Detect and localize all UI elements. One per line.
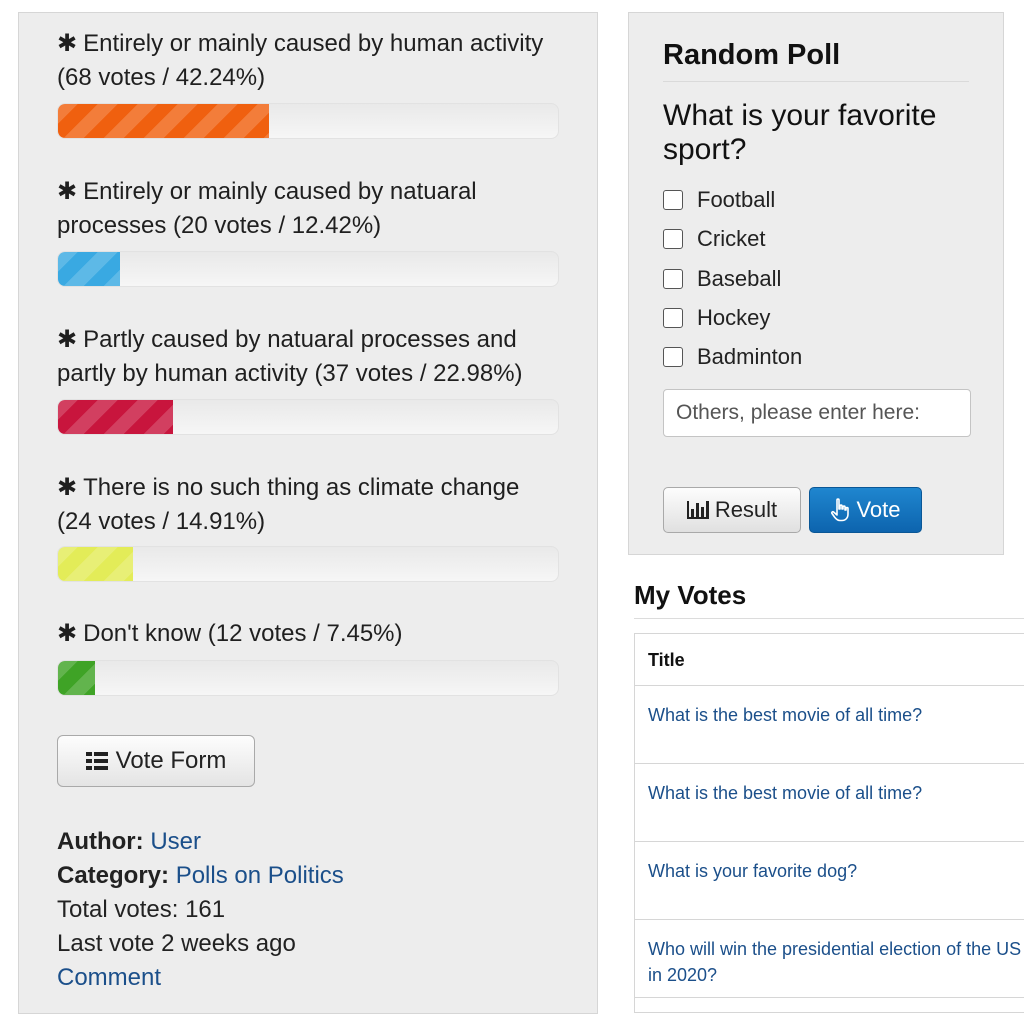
table-row[interactable]: What is your favorite dog? <box>635 842 1024 920</box>
poll-option-label: Badminton <box>697 344 803 369</box>
poll-option-label: Cricket <box>697 226 766 251</box>
result-bar-fill <box>58 400 173 434</box>
my-votes-table: Title What is the best movie of all time… <box>634 633 1024 1013</box>
asterisk-icon: ✱ <box>57 326 78 353</box>
divider <box>634 618 1024 619</box>
asterisk-icon: ✱ <box>57 474 78 501</box>
table-header-title: Title <box>635 634 1024 686</box>
total-votes: Total votes: 161 <box>57 896 226 923</box>
my-votes-heading: My Votes <box>634 580 747 610</box>
asterisk-icon: ✱ <box>57 620 78 647</box>
author-line: Author: User <box>57 825 344 859</box>
result-option-1: ✱ Entirely or mainly caused by human acti… <box>57 27 557 95</box>
poll-option-badminton[interactable]: Badminton <box>663 344 802 370</box>
poll-results-panel: ✱ Entirely or mainly caused by human acti… <box>18 12 598 1014</box>
poll-meta: Author: User Category: Polls on Politics… <box>57 825 344 995</box>
poll-option-label: Baseball <box>697 266 782 291</box>
vote-form-label: Vote Form <box>115 747 227 774</box>
list-icon <box>85 752 108 770</box>
checkbox[interactable] <box>663 269 683 289</box>
result-option-label: Partly caused by natuaral processes and … <box>57 326 523 387</box>
table-row[interactable]: What is the best movie of all time? <box>635 764 1024 842</box>
poll-option-cricket[interactable]: Cricket <box>663 226 765 252</box>
random-poll-panel: Random Poll What is your favorite sport?… <box>628 12 1004 555</box>
result-bar-4 <box>57 546 559 582</box>
poll-option-hockey[interactable]: Hockey <box>663 305 770 331</box>
result-option-label: Don't know (12 votes / 7.45%) <box>83 620 403 647</box>
result-bar-fill <box>58 547 133 581</box>
comment-link[interactable]: Comment <box>57 964 161 991</box>
author-link[interactable]: User <box>150 828 201 855</box>
poll-question: What is your favorite sport? <box>663 99 937 166</box>
result-bar-1 <box>57 103 559 139</box>
result-bar-fill <box>58 104 270 138</box>
result-option-label: There is no such thing as climate change… <box>57 474 520 535</box>
asterisk-icon: ✱ <box>57 178 78 205</box>
result-bar-3 <box>57 399 559 435</box>
result-bar-5 <box>57 660 559 696</box>
category-label: Category: <box>57 862 170 889</box>
category-line: Category: Polls on Politics <box>57 859 344 893</box>
others-placeholder: Others, please enter here: <box>676 401 920 424</box>
poll-option-label: Football <box>697 187 776 212</box>
checkbox[interactable] <box>663 347 683 367</box>
result-button[interactable]: Result <box>663 487 801 533</box>
category-link[interactable]: Polls on Politics <box>176 862 344 889</box>
vote-label: Vote <box>856 497 901 522</box>
result-bar-2 <box>57 251 559 287</box>
divider <box>663 81 969 82</box>
hand-pointer-icon <box>831 498 850 522</box>
poll-option-baseball[interactable]: Baseball <box>663 266 781 292</box>
author-label: Author: <box>57 828 144 855</box>
table-row[interactable]: Who will win the presidential election o… <box>635 920 1024 998</box>
last-vote: Last vote 2 weeks ago <box>57 930 296 957</box>
result-bar-fill <box>58 661 96 695</box>
checkbox[interactable] <box>663 190 683 210</box>
checkbox[interactable] <box>663 308 683 328</box>
result-option-2: ✱ Entirely or mainly caused by natuaral p… <box>57 175 557 243</box>
checkbox[interactable] <box>663 229 683 249</box>
asterisk-icon: ✱ <box>57 30 78 57</box>
others-input[interactable]: Others, please enter here: <box>663 389 971 437</box>
vote-form-button[interactable]: Vote Form <box>57 735 255 787</box>
result-label: Result <box>714 497 778 522</box>
result-option-label: Entirely or mainly caused by natuaral pr… <box>57 178 477 239</box>
poll-option-label: Hockey <box>697 305 771 330</box>
result-bar-fill <box>58 252 121 286</box>
bar-chart-icon <box>686 501 709 519</box>
result-option-5: ✱ Don't know (12 votes / 7.45%) <box>57 617 557 651</box>
result-option-3: ✱ Partly caused by natuaral processes and… <box>57 323 557 391</box>
vote-button[interactable]: Vote <box>809 487 922 533</box>
table-row[interactable]: What is the best movie of all time? <box>635 686 1024 764</box>
poll-option-football[interactable]: Football <box>663 187 775 213</box>
random-poll-heading: Random Poll <box>663 39 841 71</box>
result-option-4: ✱ There is no such thing as climate chang… <box>57 471 557 539</box>
result-option-label: Entirely or mainly caused by human activ… <box>57 30 544 91</box>
